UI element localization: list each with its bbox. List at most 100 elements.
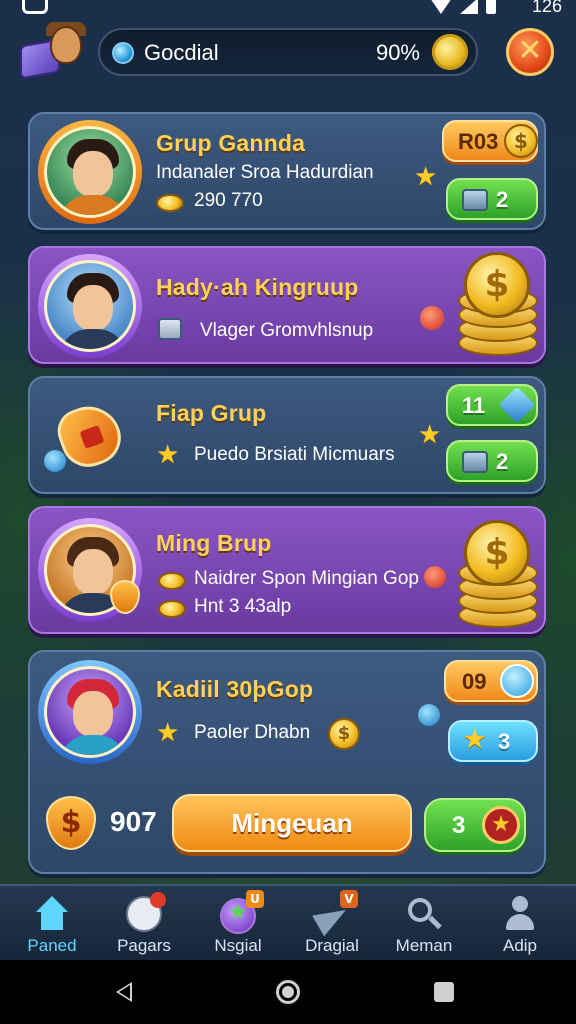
- group-title: Kadiil 30þGop: [156, 676, 314, 702]
- coin-icon: [156, 194, 184, 212]
- star-icon: ★: [418, 420, 442, 450]
- group-title: Ming Brup: [156, 530, 272, 556]
- compass-icon: [500, 664, 534, 698]
- star-count-button[interactable]: 3 ★: [424, 798, 526, 852]
- badge-button[interactable]: R03 $: [442, 120, 538, 162]
- avatar-man-icon: [44, 260, 136, 352]
- group-card-3[interactable]: Fiap Grup ★ Puedo Brsiati Micmuars ★ 11 …: [28, 376, 546, 494]
- level-button[interactable]: 11: [446, 384, 538, 426]
- dollar-coin-icon: $: [464, 252, 530, 318]
- nav-badge: V: [340, 890, 358, 908]
- group-card-1[interactable]: Grup Gannda Indanaler Sroa Hadurdian 290…: [28, 112, 546, 230]
- nav-label: Pagars: [117, 936, 171, 955]
- gold-gear-icon[interactable]: [432, 34, 468, 70]
- progress-percent: 90%: [375, 40, 420, 65]
- status-icons: [430, 0, 496, 14]
- mascot-icon: [50, 26, 82, 64]
- nav-item-dragial[interactable]: V Dragial: [286, 890, 378, 960]
- currency-label: Gocdial: [144, 40, 219, 65]
- nav-item-nsgial[interactable]: ★ U Nsgial: [192, 890, 284, 960]
- group-title: Fiap Grup: [156, 400, 267, 426]
- avatar-man-icon: [44, 666, 136, 758]
- group-title: Hady·ah Kingruup: [156, 274, 359, 300]
- group-subtitle: Puedo Brsiati Micmuars: [194, 444, 395, 465]
- dollar-coin-icon: $: [504, 124, 538, 158]
- gem-icon: [112, 42, 134, 64]
- gem-red-icon: [424, 566, 446, 588]
- group-subtitle: Naidrer Spon Mingian Gop: [194, 568, 419, 589]
- inventory-count: 2: [496, 449, 509, 474]
- group-card-2[interactable]: Hady·ah Kingruup Vlager Gromvhlsnup $: [28, 246, 546, 364]
- nav-badge: U: [246, 890, 264, 908]
- recent-apps-icon[interactable]: [434, 982, 454, 1002]
- group-title: Grup Gannda: [156, 130, 306, 156]
- chest-icon: [462, 189, 488, 211]
- reward-count: 3: [498, 729, 511, 754]
- group-card-4[interactable]: Ming Brup Naidrer Spon Mingian Gop Hnt 3…: [28, 506, 546, 634]
- nav-label: Paned: [27, 936, 77, 955]
- nav-label: Adip: [502, 936, 538, 955]
- coin-count: 290 770: [194, 190, 263, 211]
- dollar-coin-icon: $: [464, 520, 530, 586]
- status-time: 126: [531, 0, 562, 16]
- home-icon: [34, 896, 70, 932]
- paper-plane-icon: V: [312, 890, 358, 937]
- group-subtitle-2: Hnt 3 43alp: [194, 596, 292, 617]
- coin-stack-icon: $: [450, 508, 546, 636]
- badge-button[interactable]: 09: [444, 660, 538, 702]
- star-badge-icon: ★ U: [220, 890, 264, 934]
- signal-icon: [460, 0, 478, 14]
- badge-text: R03: [458, 129, 499, 154]
- close-button[interactable]: ✕: [506, 28, 554, 76]
- avatar-woman-icon: [44, 126, 136, 218]
- level-count: 11: [462, 393, 486, 418]
- pencil-icon: [498, 386, 536, 424]
- group-subtitle: Paoler Dhabn: [194, 722, 311, 743]
- gem-red-icon: [420, 306, 444, 330]
- nav-item-home[interactable]: Paned: [6, 892, 98, 960]
- nav-label: Meman: [395, 936, 453, 955]
- nav-item-profile[interactable]: Adip: [474, 892, 566, 960]
- inventory-count: 2: [496, 187, 509, 212]
- avatar: [38, 660, 142, 764]
- gem-blue-icon: [418, 704, 440, 726]
- user-icon: [502, 896, 538, 932]
- badge-text: 09: [462, 669, 487, 694]
- star-icon: ★: [156, 440, 180, 470]
- currency-bar[interactable]: Gocdial 90%: [98, 28, 478, 76]
- score-value: 907: [110, 806, 157, 837]
- gear-star-icon: ★: [464, 726, 486, 753]
- star-icon: ★: [482, 806, 520, 844]
- avatar: [38, 254, 142, 358]
- chest-icon: [462, 451, 488, 473]
- nav-item-meman[interactable]: Meman: [378, 892, 470, 960]
- dollar-coin-icon: $: [328, 718, 360, 750]
- star-count: 3: [452, 812, 466, 839]
- group-subtitle: Vlager Gromvhlsnup: [200, 320, 374, 341]
- system-nav-bar: [0, 960, 576, 1024]
- shield-guitar-icon: [40, 392, 136, 482]
- notification-icon: [22, 0, 48, 14]
- nav-label: Dragial: [305, 936, 359, 955]
- back-icon[interactable]: [116, 982, 132, 1002]
- star-icon: ★: [156, 718, 180, 748]
- header: Gocdial 90% ✕: [0, 22, 576, 88]
- shield-icon: [110, 580, 140, 614]
- nav-item-pagars[interactable]: Pagars: [98, 892, 190, 960]
- inventory-button[interactable]: 2: [446, 178, 538, 220]
- battery-icon: [486, 0, 496, 14]
- home-button-icon[interactable]: [276, 980, 300, 1004]
- status-bar: 126: [0, 0, 576, 18]
- inventory-button[interactable]: 2: [446, 440, 538, 482]
- bottom-nav: Paned Pagars ★ U Nsgial V Dragial Meman: [0, 884, 576, 960]
- coin-icon: [158, 572, 186, 590]
- reward-button[interactable]: ★ 3: [448, 720, 538, 762]
- card-icon: [158, 318, 182, 340]
- panda-icon: [126, 892, 166, 932]
- group-subtitle: Indanaler Sroa Hadurdian: [156, 162, 374, 183]
- join-button[interactable]: Mingeuan: [172, 794, 412, 852]
- nav-label: Nsgial: [214, 936, 262, 955]
- app-logo[interactable]: [16, 22, 86, 80]
- wifi-icon: [430, 0, 452, 14]
- coin-icon: [158, 600, 186, 618]
